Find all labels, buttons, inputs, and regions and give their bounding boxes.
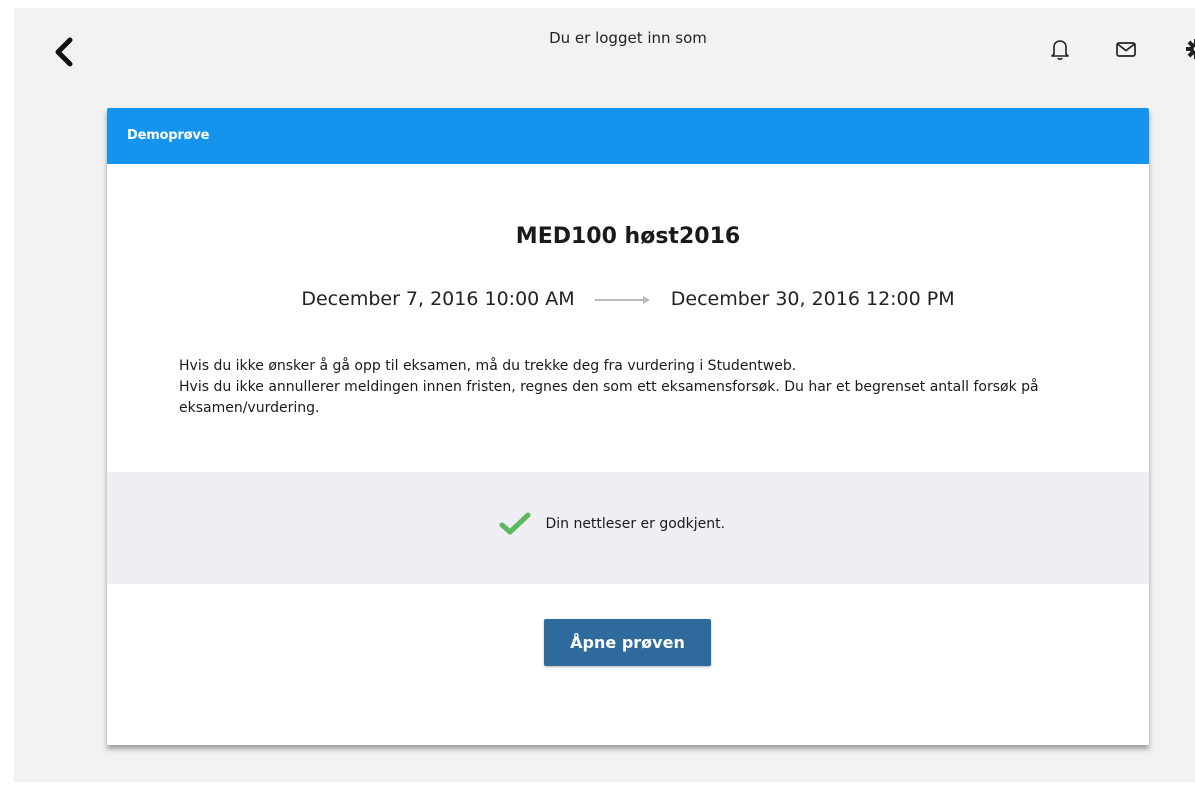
- exam-date-range: December 7, 2016 10:00 AM December 30, 2…: [107, 288, 1149, 310]
- end-date: December 30, 2016 12:00 PM: [670, 288, 955, 310]
- app-screen: Du er logget inn som Demoprøve MED100 hø…: [14, 8, 1195, 782]
- exam-info-text: Hvis du ikke ønsker å gå opp til eksamen…: [179, 356, 1039, 419]
- info-line: Hvis du ikke annullerer meldingen innen …: [179, 379, 1039, 416]
- checkmark-icon: [499, 512, 531, 535]
- info-line: Hvis du ikke ønsker å gå opp til eksamen…: [179, 358, 797, 374]
- exam-title: MED100 høst2016: [515, 224, 741, 249]
- open-exam-button[interactable]: Åpne prøven: [544, 619, 711, 666]
- exam-card: Demoprøve MED100 høst2016 December 7, 20…: [107, 108, 1149, 745]
- bell-icon[interactable]: [1047, 36, 1073, 62]
- browser-status-band: Din nettleser er godkjent.: [107, 472, 1149, 584]
- start-date: December 7, 2016 10:00 AM: [301, 288, 575, 310]
- arrow-right-icon: [594, 295, 650, 304]
- card-header: Demoprøve: [107, 108, 1149, 164]
- mail-icon[interactable]: [1113, 36, 1139, 62]
- browser-status: Din nettleser er godkjent.: [499, 512, 725, 536]
- status-text: Din nettleser er godkjent.: [545, 516, 726, 532]
- logged-in-label: Du er logget inn som: [549, 29, 707, 47]
- gear-icon[interactable]: [1183, 36, 1195, 62]
